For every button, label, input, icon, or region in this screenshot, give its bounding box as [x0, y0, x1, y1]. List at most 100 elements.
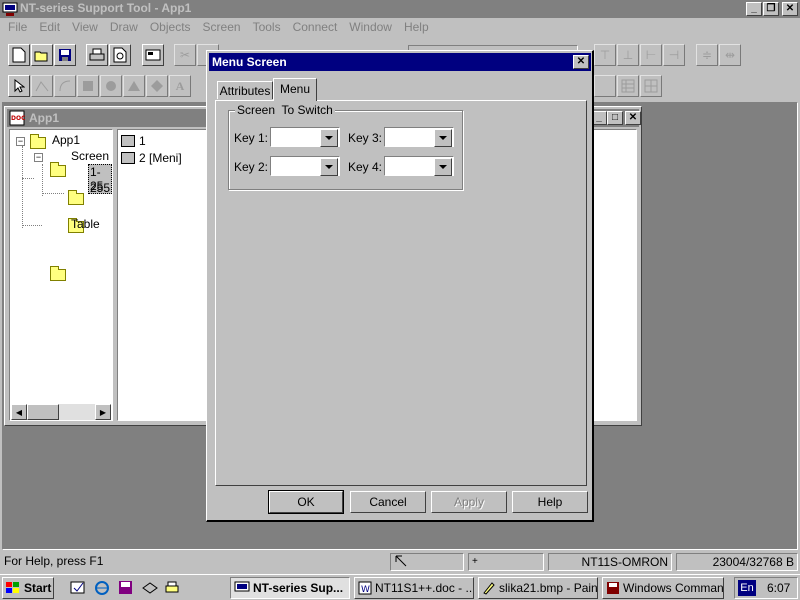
- list-item-label: 1: [139, 134, 146, 148]
- grid-icon[interactable]: [640, 75, 662, 97]
- text-icon[interactable]: A: [169, 75, 191, 97]
- windows-logo-icon: [6, 582, 19, 593]
- menu-window[interactable]: Window: [343, 18, 398, 38]
- chevron-down-icon[interactable]: [320, 129, 338, 147]
- key1-combo[interactable]: [270, 127, 340, 147]
- close-button[interactable]: ✕: [782, 2, 798, 16]
- scroll-thumb[interactable]: [27, 404, 59, 420]
- task-windows-commander[interactable]: Windows Comman...: [602, 577, 724, 599]
- dialog-title-bar[interactable]: Menu Screen ✕: [209, 53, 591, 71]
- quicklaunch-save-icon[interactable]: [118, 580, 134, 596]
- cancel-button[interactable]: Cancel: [350, 491, 426, 513]
- quicklaunch-ie-icon[interactable]: [94, 580, 110, 596]
- ok-button-label: OK: [297, 495, 315, 509]
- chevron-down-icon[interactable]: [434, 129, 452, 147]
- tree-item-255[interactable]: 255: [90, 181, 110, 195]
- child-title: App1: [29, 111, 59, 125]
- open-icon[interactable]: [31, 44, 53, 66]
- task-paint[interactable]: slika21.bmp - Paint: [478, 577, 598, 599]
- tree-collapse-screen-icon[interactable]: −: [34, 153, 43, 162]
- bitmap-icon[interactable]: [594, 75, 616, 97]
- list-item[interactable]: 1: [121, 134, 146, 148]
- paint-icon: [483, 582, 495, 595]
- tree-item-screen[interactable]: Screen: [71, 149, 109, 163]
- dialog-close-button[interactable]: ✕: [573, 55, 589, 69]
- save-icon[interactable]: [54, 44, 76, 66]
- status-cursor-pane: [390, 553, 464, 571]
- align-left-icon[interactable]: ⊢: [640, 44, 662, 66]
- key3-label: Key 3:: [348, 131, 383, 145]
- screen-icon[interactable]: [142, 44, 164, 66]
- list-item[interactable]: 2 [Meni]: [121, 151, 182, 165]
- fill-icon[interactable]: [146, 75, 168, 97]
- arc-icon[interactable]: [54, 75, 76, 97]
- quicklaunch-desktop-icon[interactable]: [70, 580, 86, 596]
- task-label: NT11S1++.doc - ...: [375, 581, 474, 595]
- select-pointer-icon[interactable]: [8, 75, 30, 97]
- polygon-icon[interactable]: [123, 75, 145, 97]
- menu-file[interactable]: File: [2, 18, 33, 38]
- screen-item-icon: [121, 135, 135, 147]
- align-bottom-icon[interactable]: ⊥: [617, 44, 639, 66]
- menu-view[interactable]: View: [66, 18, 104, 38]
- ok-button[interactable]: OK: [268, 490, 344, 514]
- menu-screen[interactable]: Screen: [197, 18, 247, 38]
- cut-icon[interactable]: ✂: [174, 44, 196, 66]
- rectangle-icon[interactable]: [77, 75, 99, 97]
- folder-icon: [30, 134, 46, 149]
- tree-collapse-root-icon[interactable]: −: [16, 137, 25, 146]
- menu-objects[interactable]: Objects: [144, 18, 197, 38]
- start-button[interactable]: Start: [2, 577, 54, 599]
- doc-icon[interactable]: DOC: [9, 110, 26, 126]
- key2-combo[interactable]: [270, 156, 340, 176]
- clock[interactable]: 6:07: [767, 581, 790, 595]
- space-vertical-icon[interactable]: ≑: [696, 44, 718, 66]
- scroll-right-button[interactable]: ▶: [95, 404, 111, 420]
- tab-menu[interactable]: Menu: [273, 78, 317, 101]
- apply-button[interactable]: Apply: [431, 491, 507, 513]
- tab-page-menu: Screen To Switch Key 1: Key 3: Key 2: Ke…: [215, 100, 587, 486]
- task-nt-series[interactable]: NT-series Sup...: [230, 577, 350, 599]
- quicklaunch-book-icon[interactable]: [142, 580, 158, 596]
- tree-pane[interactable]: − App1 − Screen 1-25 255 Table ◀ ▶: [9, 129, 113, 421]
- task-word-doc[interactable]: W NT11S1++.doc - ...: [354, 577, 474, 599]
- table-icon[interactable]: [617, 75, 639, 97]
- menu-screen-dialog: Menu Screen ✕ Attributes Menu Screen To …: [206, 50, 594, 522]
- tree-hscrollbar[interactable]: ◀ ▶: [11, 404, 111, 420]
- folder-open-icon: [50, 162, 66, 177]
- status-model: NT11S-OMRON: [548, 553, 672, 571]
- print-preview-icon[interactable]: [109, 44, 131, 66]
- group-label: Screen To Switch: [235, 103, 335, 117]
- minimize-button[interactable]: _: [746, 2, 762, 16]
- scroll-left-button[interactable]: ◀: [11, 404, 27, 420]
- circle-icon[interactable]: [100, 75, 122, 97]
- new-icon[interactable]: [8, 44, 30, 66]
- print-icon[interactable]: [86, 44, 108, 66]
- chevron-down-icon[interactable]: [434, 158, 452, 176]
- language-indicator[interactable]: En: [738, 580, 756, 596]
- app-title-bar[interactable]: NT-series Support Tool - App1 _ ❐ ✕: [0, 0, 800, 18]
- key4-combo[interactable]: [384, 156, 454, 176]
- menu-connect[interactable]: Connect: [287, 18, 344, 38]
- menu-edit[interactable]: Edit: [33, 18, 66, 38]
- menu-tools[interactable]: Tools: [247, 18, 287, 38]
- space-horizontal-icon[interactable]: ⇹: [719, 44, 741, 66]
- polyline-icon[interactable]: [31, 75, 53, 97]
- help-button[interactable]: Help: [512, 491, 588, 513]
- chevron-down-icon[interactable]: [320, 158, 338, 176]
- align-right-icon[interactable]: ⊣: [663, 44, 685, 66]
- key3-combo[interactable]: [384, 127, 454, 147]
- align-top-icon[interactable]: ⊤: [594, 44, 616, 66]
- tree-item-table[interactable]: Table: [71, 217, 100, 231]
- tab-attributes[interactable]: Attributes: [217, 81, 273, 99]
- app-icon[interactable]: [2, 1, 18, 17]
- tree-item-app1[interactable]: App1: [52, 133, 80, 147]
- group-screen-to-switch: Screen To Switch Key 1: Key 3: Key 2: Ke…: [228, 103, 463, 190]
- menu-draw[interactable]: Draw: [104, 18, 144, 38]
- child-maximize-button[interactable]: □: [607, 111, 623, 125]
- taskbar: Start NT-series Sup... W NT11S1++.doc - …: [0, 574, 800, 600]
- quicklaunch-printer-icon[interactable]: [164, 580, 180, 596]
- child-close-button[interactable]: ✕: [625, 111, 641, 125]
- menu-help[interactable]: Help: [398, 18, 435, 38]
- restore-button[interactable]: ❐: [763, 2, 779, 16]
